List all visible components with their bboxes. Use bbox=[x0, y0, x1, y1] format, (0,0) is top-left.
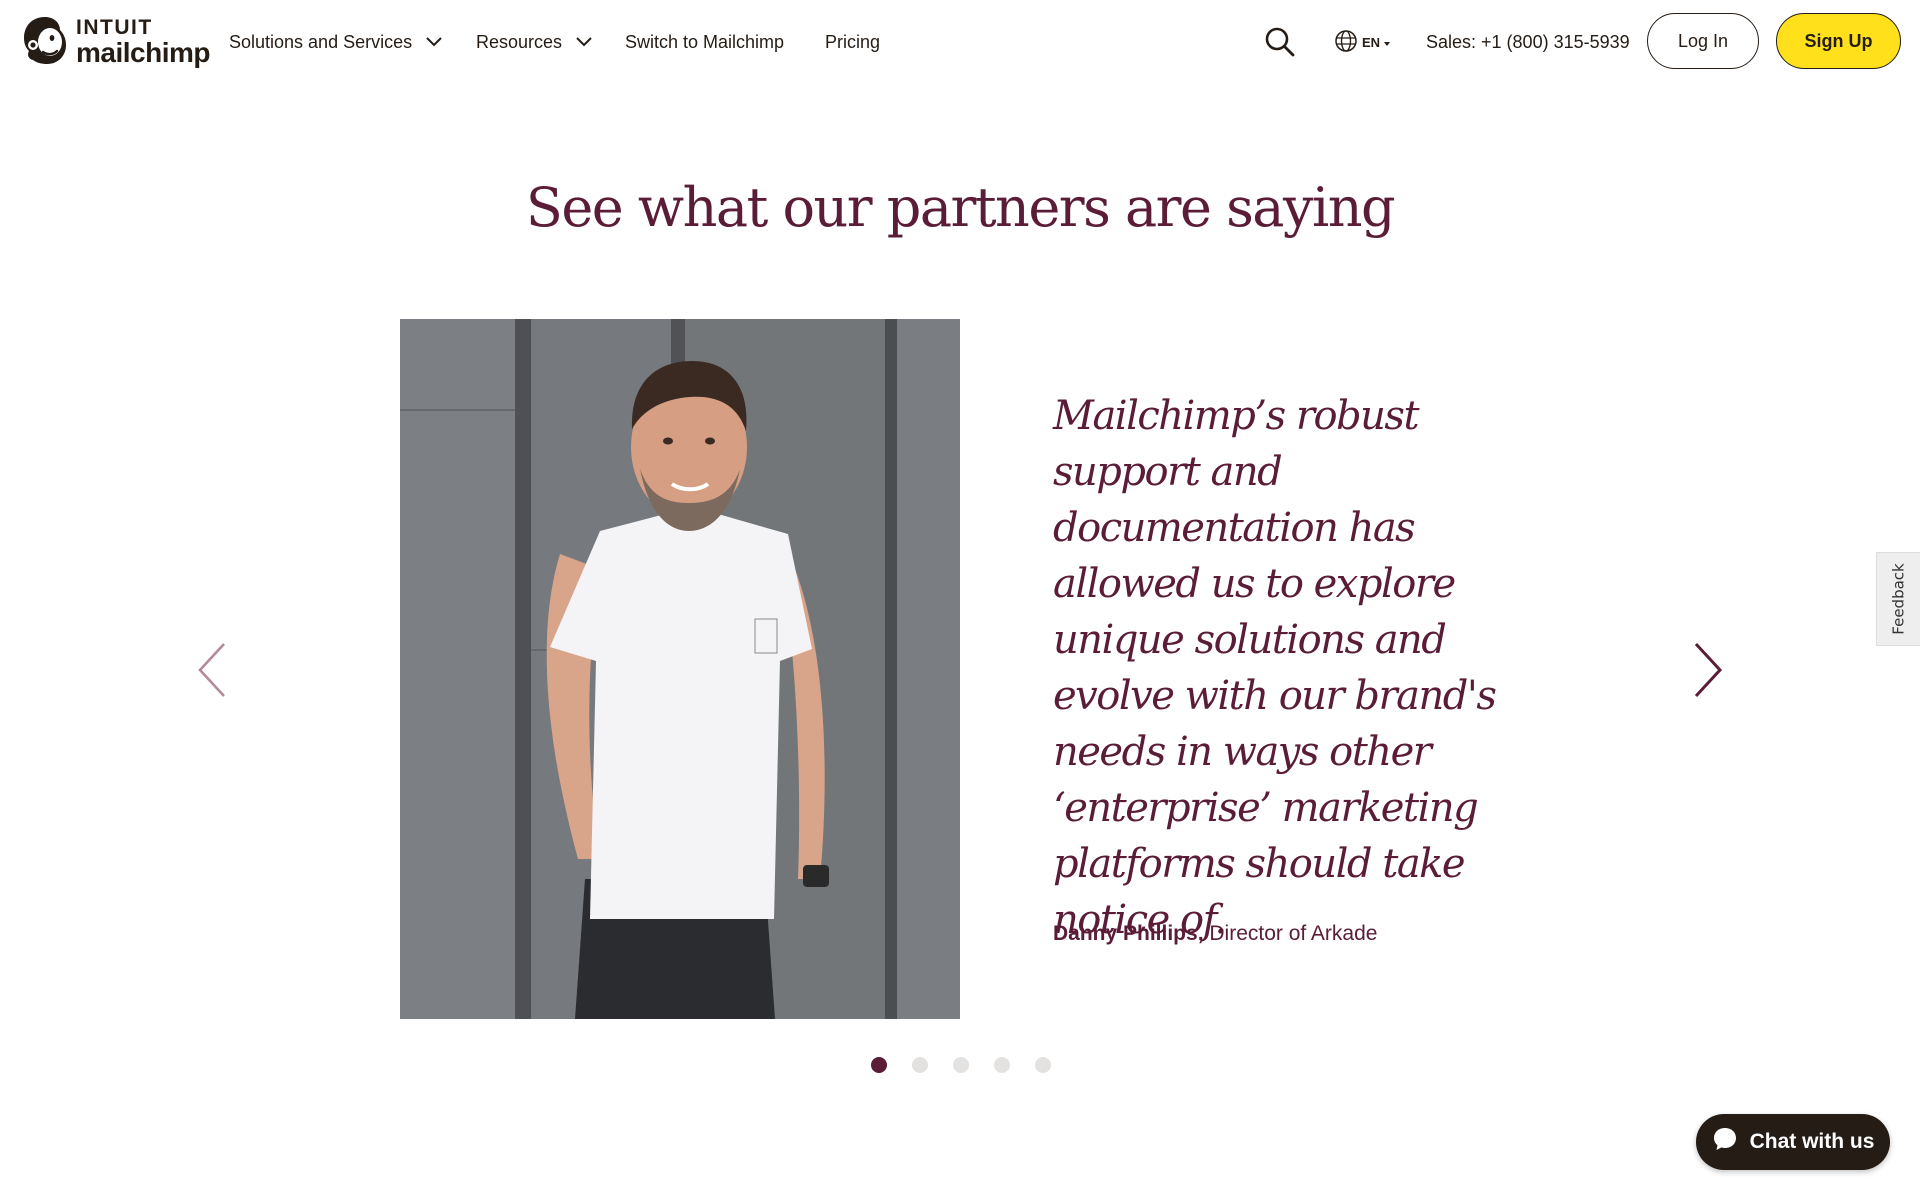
chat-label: Chat with us bbox=[1749, 1130, 1875, 1153]
carousel-next-button[interactable] bbox=[1688, 640, 1728, 700]
logo-intuit-text: INTUIT bbox=[76, 16, 153, 39]
nav-label: Switch to Mailchimp bbox=[625, 31, 785, 52]
carousel-dot[interactable] bbox=[871, 1057, 887, 1073]
testimonial-photo bbox=[400, 319, 960, 1019]
nav-switch-to-mailchimp[interactable]: Switch to Mailchimp bbox=[625, 28, 784, 56]
chevron-right-icon bbox=[1688, 642, 1728, 704]
sign-up-button[interactable]: Sign Up bbox=[1776, 13, 1901, 69]
nav-solutions-and-services[interactable]: Solutions and Services bbox=[229, 28, 442, 56]
globe-icon bbox=[1334, 29, 1358, 56]
carousel-dot[interactable] bbox=[953, 1057, 969, 1073]
mailchimp-logo[interactable]: INTUIT mailchimp bbox=[20, 14, 210, 70]
chevron-down-icon bbox=[576, 37, 592, 47]
caret-down-icon bbox=[1384, 35, 1391, 50]
author-name: Danny Phillips, bbox=[1053, 922, 1204, 945]
language-label: EN bbox=[1362, 34, 1381, 50]
nav-label: Resources bbox=[476, 31, 563, 52]
carousel-prev-button[interactable] bbox=[192, 640, 232, 700]
nav-pricing[interactable]: Pricing bbox=[825, 28, 880, 56]
section-title: See what our partners are saying bbox=[525, 176, 1396, 239]
feedback-label: Feedback bbox=[1889, 563, 1908, 635]
chat-with-us-button[interactable]: Chat with us bbox=[1696, 1114, 1890, 1170]
author-role: Director of Arkade bbox=[1209, 922, 1378, 945]
language-selector[interactable]: EN bbox=[1334, 28, 1391, 56]
testimonial-attribution: Danny Phillips, Director of Arkade bbox=[1053, 922, 1377, 946]
carousel-dot[interactable] bbox=[994, 1057, 1010, 1073]
chat-bubble-icon bbox=[1712, 1126, 1738, 1158]
nav-resources[interactable]: Resources bbox=[476, 28, 592, 56]
logo-brand-text: mailchimp bbox=[76, 37, 210, 68]
carousel-dot[interactable] bbox=[912, 1057, 928, 1073]
testimonial-quote: Mailchimp’s robust support and documenta… bbox=[1053, 393, 1497, 943]
nav-label: Pricing bbox=[825, 31, 881, 52]
sales-phone-link[interactable]: Sales: +1 (800) 315-5939 bbox=[1426, 28, 1630, 56]
search-icon bbox=[1264, 27, 1296, 62]
search-button[interactable] bbox=[1264, 26, 1296, 58]
feedback-tab[interactable]: Feedback bbox=[1876, 552, 1920, 646]
chevron-left-icon bbox=[192, 643, 232, 704]
chevron-down-icon bbox=[426, 37, 442, 47]
freddie-logo-icon bbox=[20, 14, 70, 71]
log-in-button[interactable]: Log In bbox=[1647, 13, 1759, 69]
carousel-pagination bbox=[871, 1057, 1051, 1073]
site-header: INTUIT mailchimp Solutions and Services … bbox=[0, 0, 1920, 84]
carousel-dot[interactable] bbox=[1035, 1057, 1051, 1073]
nav-label: Solutions and Services bbox=[229, 31, 413, 52]
